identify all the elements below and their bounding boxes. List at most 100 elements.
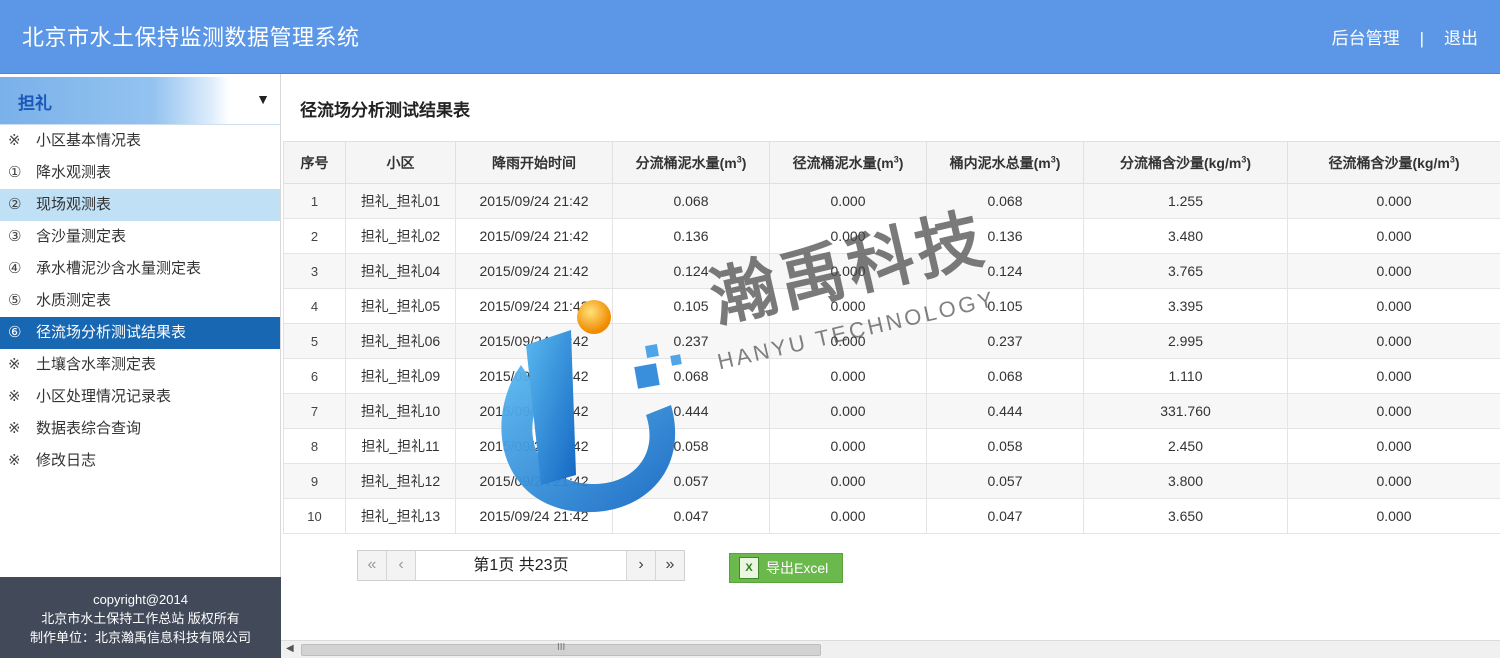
col-header-index[interactable]: 序号	[283, 141, 346, 184]
header-text: 分流桶含沙量(kg/m	[1119, 154, 1242, 171]
cell-runoff-sediment: 0.000	[1287, 428, 1500, 464]
cell-diversion-volume: 0.047	[612, 498, 770, 534]
asterisk-mark-icon: ※	[8, 420, 21, 437]
cell-diversion-sediment: 1.110	[1083, 358, 1288, 394]
caret-down-icon[interactable]: ▼	[256, 91, 270, 107]
cell-runoff-sediment: 0.000	[1287, 288, 1500, 324]
header-close: )	[1055, 154, 1061, 171]
export-label: 导出Excel	[766, 560, 829, 576]
app-title: 北京市水土保持监测数据管理系统	[22, 25, 360, 50]
sidebar-item-sediment[interactable]: ③ 含沙量测定表	[0, 221, 280, 253]
sidebar-item-plot-treatment[interactable]: ※ 小区处理情况记录表	[0, 381, 280, 413]
sidebar-item-trough-moisture[interactable]: ④ 承水槽泥沙含水量测定表	[0, 253, 280, 285]
sidebar-menu: ※ 小区基本情况表 ① 降水观测表 ② 现场观测表 ③ 含沙量测定表 ④ 承水槽泥沙含水量…	[0, 125, 280, 477]
results-table: 序号 小区 降雨开始时间 分流桶泥水量(m3) 径流桶泥水量(m3) 桶内泥水总…	[283, 141, 1500, 534]
cell-index: 7	[283, 393, 346, 429]
sidebar-item-label: 水质测定表	[36, 292, 112, 309]
grip-icon: III	[557, 642, 566, 653]
station-selector[interactable]: 担礼 ▼	[0, 77, 280, 125]
col-header-total-volume[interactable]: 桶内泥水总量(m3)	[926, 141, 1084, 184]
cell-total-volume: 0.058	[926, 428, 1084, 464]
cell-total-volume: 0.057	[926, 463, 1084, 499]
copyright-text: copyright@2014	[93, 592, 188, 607]
export-excel-button[interactable]: X 导出Excel	[729, 553, 843, 583]
cell-index: 3	[283, 253, 346, 289]
cell-rain-start: 2015/09/24 21:42	[455, 393, 613, 429]
cell-rain-start: 2015/09/24 21:42	[455, 253, 613, 289]
logout-link[interactable]: 退出	[1444, 29, 1478, 48]
table-row[interactable]: 9 担礼_担礼12 2015/09/24 21:42 0.057 0.000 0.057 3…	[283, 463, 1500, 499]
cell-rain-start: 2015/09/24 21:42	[455, 183, 613, 219]
table-row[interactable]: 7 担礼_担礼10 2015/09/24 21:42 0.444 0.000 0.444 3…	[283, 393, 1500, 429]
header-separator: |	[1419, 29, 1424, 48]
asterisk-mark-icon: ※	[8, 132, 21, 149]
sidebar-item-runoff-analysis[interactable]: ⑥ 径流场分析测试结果表	[0, 317, 280, 349]
header-text: 桶内泥水总量(m	[949, 154, 1051, 171]
col-header-diversion-volume[interactable]: 分流桶泥水量(m3)	[612, 141, 770, 184]
table-row[interactable]: 6 担礼_担礼09 2015/09/24 21:42 0.068 0.000 0.068 1…	[283, 358, 1500, 394]
cell-diversion-sediment: 3.480	[1083, 218, 1288, 254]
sidebar-item-soil-moisture[interactable]: ※ 土壤含水率测定表	[0, 349, 280, 381]
horizontal-scrollbar[interactable]: ◀ III	[281, 640, 1500, 658]
cell-runoff-sediment: 0.000	[1287, 393, 1500, 429]
cell-runoff-sediment: 0.000	[1287, 183, 1500, 219]
owner-text: 北京市水土保持工作总站 版权所有	[41, 611, 240, 626]
sidebar-item-water-quality[interactable]: ⑤ 水质测定表	[0, 285, 280, 317]
cell-runoff-volume: 0.000	[769, 498, 927, 534]
scroll-left-icon[interactable]: ◀	[286, 643, 294, 654]
sidebar: 担礼 ▼ ※ 小区基本情况表 ① 降水观测表 ② 现场观测表 ③ 含沙量测定表 ④ 承水槽…	[0, 74, 281, 658]
cell-total-volume: 0.047	[926, 498, 1084, 534]
circled-number-icon: ⑥	[8, 324, 22, 341]
cell-plot: 担礼_担礼11	[345, 428, 456, 464]
sidebar-item-label: 承水槽泥沙含水量测定表	[36, 260, 202, 277]
prev-page-button[interactable]: ‹	[387, 551, 416, 580]
table-row[interactable]: 10 担礼_担礼13 2015/09/24 21:42 0.047 0.000 0.047…	[283, 498, 1500, 534]
cell-diversion-sediment: 3.800	[1083, 463, 1288, 499]
col-header-diversion-sediment[interactable]: 分流桶含沙量(kg/m3)	[1083, 141, 1288, 184]
sidebar-footer: copyright@2014 北京市水土保持工作总站 版权所有 制作单位：北京瀚…	[0, 577, 281, 658]
col-header-runoff-sediment[interactable]: 径流桶含沙量(kg/m3)	[1287, 141, 1500, 184]
next-page-button[interactable]: ›	[626, 551, 655, 580]
cell-runoff-sediment: 0.000	[1287, 463, 1500, 499]
page-title: 径流场分析测试结果表	[300, 101, 470, 120]
cell-total-volume: 0.444	[926, 393, 1084, 429]
sidebar-item-change-log[interactable]: ※ 修改日志	[0, 445, 280, 477]
cell-index: 4	[283, 288, 346, 324]
circled-number-icon: ①	[8, 164, 22, 181]
last-page-button[interactable]: »	[655, 551, 684, 580]
admin-link[interactable]: 后台管理	[1332, 29, 1400, 48]
circled-number-icon: ③	[8, 228, 22, 245]
cell-index: 8	[283, 428, 346, 464]
cell-index: 2	[283, 218, 346, 254]
circled-number-icon: ②	[8, 196, 22, 213]
cell-diversion-volume: 0.444	[612, 393, 770, 429]
header-close: )	[1246, 154, 1252, 171]
table-row[interactable]: 8 担礼_担礼11 2015/09/24 21:42 0.058 0.000 0.058 2…	[283, 428, 1500, 464]
sidebar-item-label: 现场观测表	[36, 196, 112, 213]
header-close: )	[741, 154, 747, 171]
sidebar-item-field-observation[interactable]: ② 现场观测表	[0, 189, 280, 221]
scroll-thumb[interactable]: III	[301, 642, 821, 656]
header-text: 径流桶含沙量(kg/m	[1328, 154, 1450, 171]
circled-number-icon: ④	[8, 260, 22, 277]
cell-runoff-volume: 0.000	[769, 358, 927, 394]
cell-rain-start: 2015/09/24 21:42	[455, 498, 613, 534]
sidebar-item-label: 小区基本情况表	[36, 132, 142, 149]
cell-diversion-sediment: 2.995	[1083, 323, 1288, 359]
sidebar-item-rainfall[interactable]: ① 降水观测表	[0, 157, 280, 189]
main-content: 径流场分析测试结果表 序号 小区 降雨开始时间 分流桶泥水量(m3) 径流桶泥水…	[281, 74, 1500, 658]
page-info: 第1页 共23页	[416, 551, 626, 580]
col-header-plot[interactable]: 小区	[345, 141, 456, 184]
cell-plot: 担礼_担礼01	[345, 183, 456, 219]
table-header-row: 序号 小区 降雨开始时间 分流桶泥水量(m3) 径流桶泥水量(m3) 桶内泥水总…	[283, 141, 1500, 184]
cell-rain-start: 2015/09/24 21:42	[455, 463, 613, 499]
col-header-runoff-volume[interactable]: 径流桶泥水量(m3)	[769, 141, 927, 184]
cell-plot: 担礼_担礼12	[345, 463, 456, 499]
cell-index: 10	[283, 498, 346, 534]
sidebar-item-basic-info[interactable]: ※ 小区基本情况表	[0, 125, 280, 157]
sidebar-item-query[interactable]: ※ 数据表综合查询	[0, 413, 280, 445]
cell-runoff-volume: 0.000	[769, 393, 927, 429]
first-page-button[interactable]: «	[358, 551, 387, 580]
cell-plot: 担礼_担礼09	[345, 358, 456, 394]
col-header-rain-start[interactable]: 降雨开始时间	[455, 141, 613, 184]
